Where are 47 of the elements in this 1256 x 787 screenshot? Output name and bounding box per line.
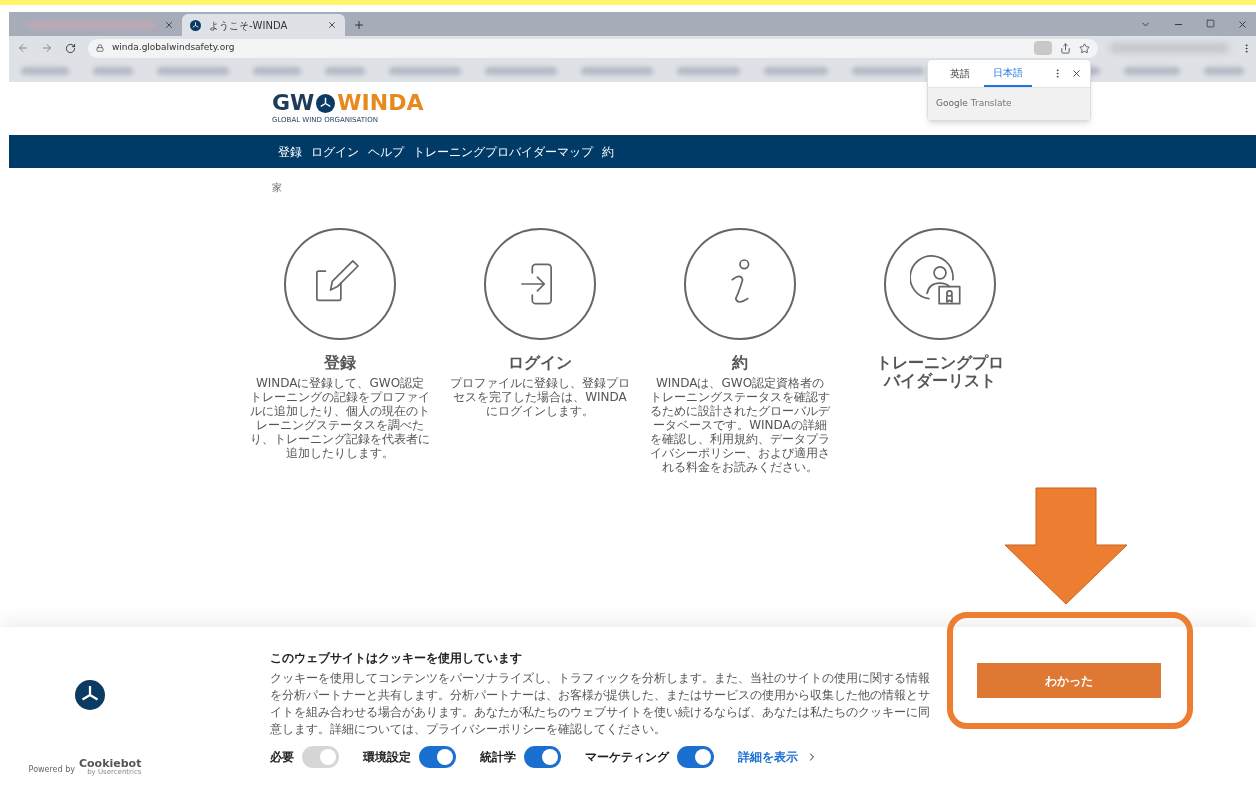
card-description: プロファイルに登録し、登録プロセスを完了した場合は、WINDAにログインします。	[450, 376, 630, 418]
cookiebot-logo: Cookiebot	[78, 758, 142, 769]
toggle-label: マーケティング	[585, 749, 669, 766]
star-icon[interactable]	[1079, 42, 1090, 54]
address-field[interactable]: winda.globalwindsafety.org	[88, 38, 1098, 58]
card-title[interactable]: ログイン	[470, 354, 610, 372]
nav-link[interactable]: ヘルプ	[368, 142, 404, 161]
toggle-label: 必要	[270, 749, 294, 766]
close-icon[interactable]	[164, 20, 174, 30]
card-title[interactable]: トレーニングプロバイダーリスト	[870, 354, 1010, 390]
toggle-label: 環境設定	[363, 749, 411, 766]
cookie-logo-icon	[75, 680, 105, 710]
close-icon[interactable]	[1071, 68, 1082, 79]
lock-icon	[96, 44, 104, 52]
google-logo: Google	[936, 97, 968, 111]
browser-tab[interactable]: ようこそ-WINDA	[182, 14, 345, 36]
tab-title: ようこそ-WINDA	[209, 18, 289, 33]
card-description: WINDAに登録して、GWO認定トレーニングの記録をプロファイルに追加したり、個人の現在のトレーニングステータスを調べたり、トレーニング記録を代表者に追加したりします。	[250, 376, 430, 460]
powered-by-text: Powered by	[28, 764, 75, 776]
card-title[interactable]: 約	[670, 354, 810, 372]
breadcrumb: 家	[271, 181, 283, 195]
toggle-switch[interactable]	[419, 746, 456, 768]
nav-link[interactable]: 約	[602, 142, 614, 161]
cookie-title: このウェブサイトはクッキーを使用しています	[270, 650, 523, 667]
nav-link[interactable]: 登録	[278, 142, 302, 161]
reload-icon[interactable]	[65, 42, 76, 54]
logo-text: GW	[272, 92, 315, 114]
url-text: winda.globalwindsafety.org	[112, 41, 236, 55]
toggle-switch[interactable]	[524, 746, 561, 768]
share-icon[interactable]	[1060, 42, 1071, 54]
nav-link[interactable]: ログイン	[311, 142, 359, 161]
translate-label: Translate	[970, 97, 1012, 111]
turbine-logo-icon	[316, 93, 336, 113]
close-icon[interactable]	[327, 20, 337, 30]
toggle-switch[interactable]	[677, 746, 714, 768]
nav-link[interactable]: トレーニングプロバイダーマップ	[413, 142, 593, 161]
favicon-icon	[190, 19, 201, 31]
cookie-body: クッキーを使用してコンテンツをパーソナライズし、トラフィックを分析します。また、当社のサイトの使用に関する情報を分析パートナーと共有します。分析パートナーは、お客様が提供した、またはサービスの使用から収集した他の情報とサイトを組み合わせる場合があります。あなたが私たちのウェブサイトを使い続けるならば、あなたは私たちのクッキーに同意します。詳細については、プライバシーポリシーを確認してください。	[270, 670, 931, 738]
language-tab[interactable]: 英語	[936, 60, 984, 87]
details-link[interactable]: 詳細を表示	[738, 748, 798, 766]
toggle-label: 統計学	[480, 749, 516, 766]
card-title[interactable]: 登録	[270, 354, 410, 372]
new-tab-icon[interactable]	[353, 19, 365, 31]
restore-icon[interactable]	[1206, 19, 1215, 28]
card-description: WINDAは、GWO認定資格者のトレーニングステータスを確認するために設計されたグローバルデータベースです。WINDAの詳細を確認し、利用規約、データプライバシーポリシー、および適用される料金をお読みください。	[650, 376, 830, 474]
close-icon[interactable]	[1237, 19, 1248, 30]
logo-text: WINDA	[337, 92, 424, 114]
